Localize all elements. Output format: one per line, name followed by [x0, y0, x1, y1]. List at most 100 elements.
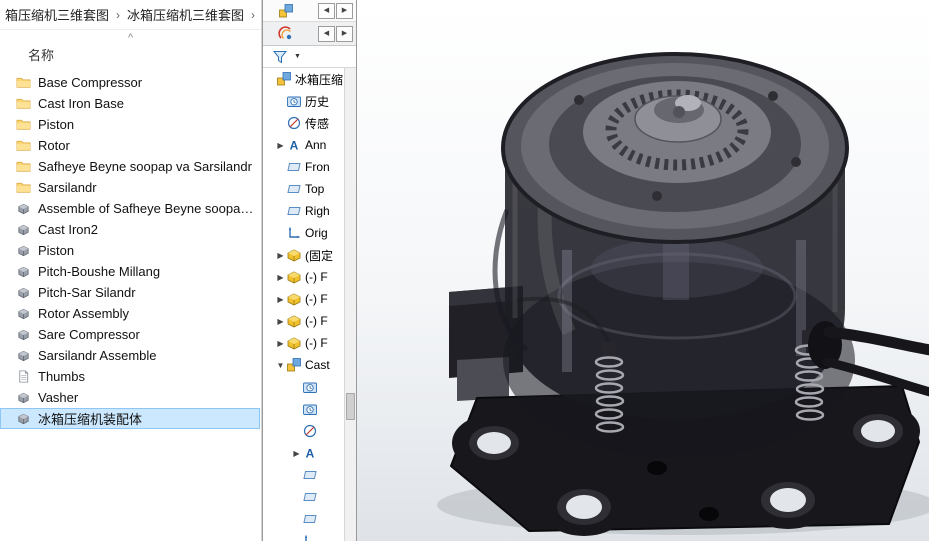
tree-item-label: 历史: [305, 93, 329, 110]
file-row[interactable]: Base Compressor: [0, 72, 260, 93]
file-type-icon: [16, 159, 31, 174]
tab-scroll-group: ◀ ▶: [318, 3, 353, 19]
tree-item-icon: [302, 511, 318, 527]
tree-item[interactable]: 传感: [263, 112, 344, 134]
file-row[interactable]: Rotor Assembly: [0, 303, 260, 324]
tree-item-icon: [302, 467, 318, 483]
tree-root-assembly[interactable]: 冰箱压缩: [263, 68, 344, 90]
file-row[interactable]: Safheye Beyne soopap va Sarsilandr: [0, 156, 260, 177]
scroll-left-button[interactable]: ◀: [318, 3, 335, 19]
file-row[interactable]: Assemble of Safheye Beyne soopap ...: [0, 198, 260, 219]
graphics-viewport[interactable]: [356, 0, 929, 541]
file-type-icon: [16, 369, 31, 384]
file-type-icon: [16, 411, 31, 426]
scroll-right-button[interactable]: ▶: [336, 3, 353, 19]
file-row[interactable]: Piston: [0, 114, 260, 135]
filter-dropdown-arrow-icon[interactable]: ▼: [294, 53, 301, 60]
tree-item-label: Cast: [305, 358, 330, 372]
tree-filter-bar: ▼: [263, 46, 356, 68]
breadcrumb-segment[interactable]: 冰箱压缩机三维套图: [124, 3, 247, 26]
tree-item[interactable]: ▶ (-) F: [263, 310, 344, 332]
tree-item-icon: [286, 159, 302, 175]
motor-top[interactable]: [503, 54, 847, 242]
breadcrumb-segment[interactable]: 箱压缩机三维套图: [2, 3, 112, 26]
tree-item[interactable]: Top: [263, 178, 344, 200]
panel-tab-bar: ◀ ▶: [263, 0, 356, 22]
tree-item[interactable]: ▶ (-) F: [263, 266, 344, 288]
file-name: Pitch-Sar Silandr: [38, 285, 136, 300]
file-type-icon: [16, 201, 31, 216]
file-row[interactable]: 冰箱压缩机装配体: [0, 408, 260, 429]
tree-item-label: (-) F: [305, 270, 328, 284]
tree-item[interactable]: [263, 508, 344, 530]
file-row[interactable]: Sare Compressor: [0, 324, 260, 345]
expander-arrow[interactable]: ▶: [291, 449, 302, 458]
file-row[interactable]: Cast Iron Base: [0, 93, 260, 114]
solidworks-logo-icon: [278, 26, 294, 42]
tree-item[interactable]: ▶ (固定: [263, 244, 344, 266]
filter-funnel-icon[interactable]: [272, 49, 288, 65]
file-type-icon: [16, 264, 31, 279]
back-button[interactable]: ◀: [318, 26, 335, 42]
tree-item[interactable]: [263, 398, 344, 420]
tree-item[interactable]: [263, 464, 344, 486]
breadcrumb: 箱压缩机三维套图 › 冰箱压缩机三维套图 ›: [0, 0, 261, 30]
file-row[interactable]: Sarsilandr: [0, 177, 260, 198]
file-name: Safheye Beyne soopap va Sarsilandr: [38, 159, 252, 174]
file-name: Sarsilandr: [38, 180, 97, 195]
file-row[interactable]: Rotor: [0, 135, 260, 156]
compressor-3d-model[interactable]: [357, 0, 929, 541]
file-row[interactable]: Piston: [0, 240, 260, 261]
tree-item-icon: [286, 181, 302, 197]
tree-item[interactable]: Orig: [263, 222, 344, 244]
file-row[interactable]: Cast Iron2: [0, 219, 260, 240]
tree-item[interactable]: Fron: [263, 156, 344, 178]
tree-item[interactable]: ▶: [263, 442, 344, 464]
name-column-header[interactable]: 名称: [28, 45, 54, 64]
tree-item[interactable]: [263, 486, 344, 508]
expander-arrow[interactable]: ▶: [275, 295, 286, 304]
file-name: Assemble of Safheye Beyne soopap ...: [38, 201, 260, 216]
expander-arrow[interactable]: ▶: [275, 251, 286, 260]
file-name: Sarsilandr Assemble: [38, 348, 157, 363]
tree-item[interactable]: ▶ (-) F: [263, 332, 344, 354]
tree-item[interactable]: [263, 530, 344, 541]
file-type-icon: [16, 327, 31, 342]
tree-item[interactable]: 历史: [263, 90, 344, 112]
expander-arrow[interactable]: ▶: [275, 273, 286, 282]
expander-arrow[interactable]: ▶: [275, 141, 286, 150]
file-name: Rotor: [38, 138, 70, 153]
tree-item-icon: [302, 445, 318, 461]
breadcrumb-separator-icon[interactable]: ›: [112, 8, 124, 22]
file-row[interactable]: Pitch-Boushe Millang: [0, 261, 260, 282]
tree-scrollbar[interactable]: [344, 68, 356, 541]
file-type-icon: [16, 222, 31, 237]
tree-item-label: (-) F: [305, 314, 328, 328]
file-type-icon: [16, 306, 31, 321]
file-name: Base Compressor: [38, 75, 142, 90]
expander-arrow[interactable]: ▼: [275, 361, 286, 370]
forward-button[interactable]: ▶: [336, 26, 353, 42]
tree-item-label: (固定: [305, 247, 333, 264]
tree-root-label: 冰箱压缩: [295, 71, 343, 88]
tree-item[interactable]: Righ: [263, 200, 344, 222]
file-row[interactable]: Thumbs: [0, 366, 260, 387]
tree-item[interactable]: ▶ (-) F: [263, 288, 344, 310]
tree-item[interactable]: [263, 420, 344, 442]
tree-item[interactable]: ▼ Cast: [263, 354, 344, 376]
file-type-icon: [16, 180, 31, 195]
breadcrumb-separator-icon[interactable]: ›: [247, 8, 259, 22]
expander-arrow[interactable]: ▶: [275, 339, 286, 348]
expander-arrow[interactable]: ▶: [275, 317, 286, 326]
scrollbar-thumb[interactable]: [346, 393, 355, 420]
tree-item-icon: [286, 357, 302, 373]
tree-item[interactable]: [263, 376, 344, 398]
file-row[interactable]: Sarsilandr Assemble: [0, 345, 260, 366]
assembly-tab-icon[interactable]: [278, 3, 294, 19]
file-name: Sare Compressor: [38, 327, 140, 342]
tree-item[interactable]: ▶ Ann: [263, 134, 344, 156]
sort-ascending-icon[interactable]: ^: [128, 32, 133, 44]
tree-item-icon: [286, 247, 302, 263]
file-row[interactable]: Pitch-Sar Silandr: [0, 282, 260, 303]
file-row[interactable]: Vasher: [0, 387, 260, 408]
